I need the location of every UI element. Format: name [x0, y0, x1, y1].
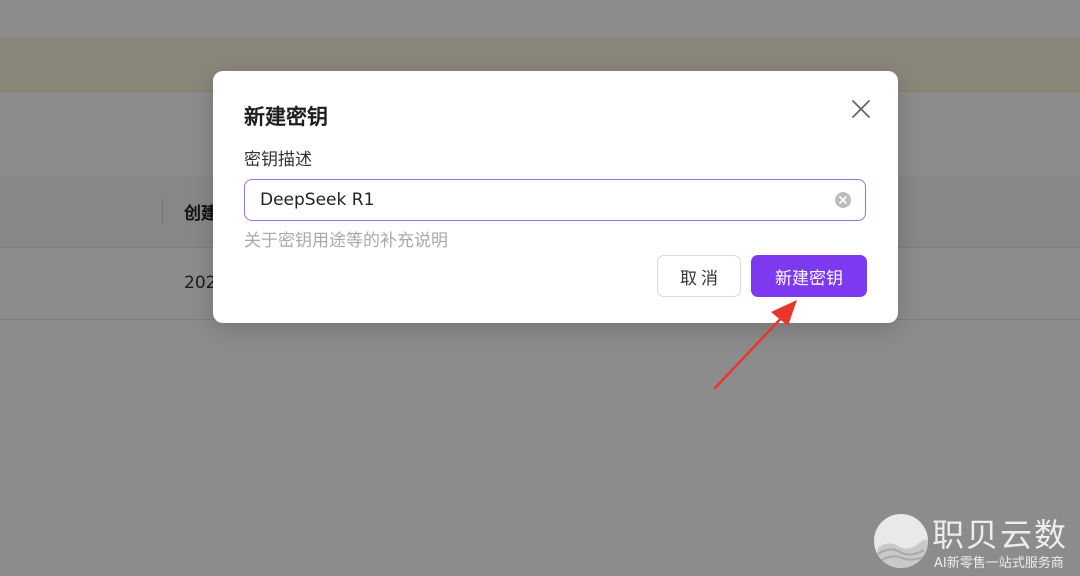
key-description-label: 密钥描述 — [244, 150, 312, 170]
key-description-input[interactable] — [245, 180, 825, 219]
key-description-field — [244, 179, 866, 221]
close-icon — [852, 100, 870, 118]
create-key-button[interactable]: 新建密钥 — [751, 255, 867, 297]
watermark-title: 职贝云数 — [932, 516, 1069, 554]
helper-text: 关于密钥用途等的补充说明 — [244, 231, 448, 251]
dialog-title: 新建密钥 — [244, 105, 328, 129]
close-button[interactable] — [847, 95, 875, 123]
clear-input-icon[interactable] — [835, 192, 851, 208]
watermark-logo — [874, 514, 928, 568]
new-key-dialog: 新建密钥 密钥描述 关于密钥用途等的补充说明 取消 新建密钥 — [213, 71, 898, 323]
watermark-subtitle: AI新零售一站式服务商 — [934, 556, 1064, 571]
cancel-button[interactable]: 取消 — [657, 255, 741, 297]
